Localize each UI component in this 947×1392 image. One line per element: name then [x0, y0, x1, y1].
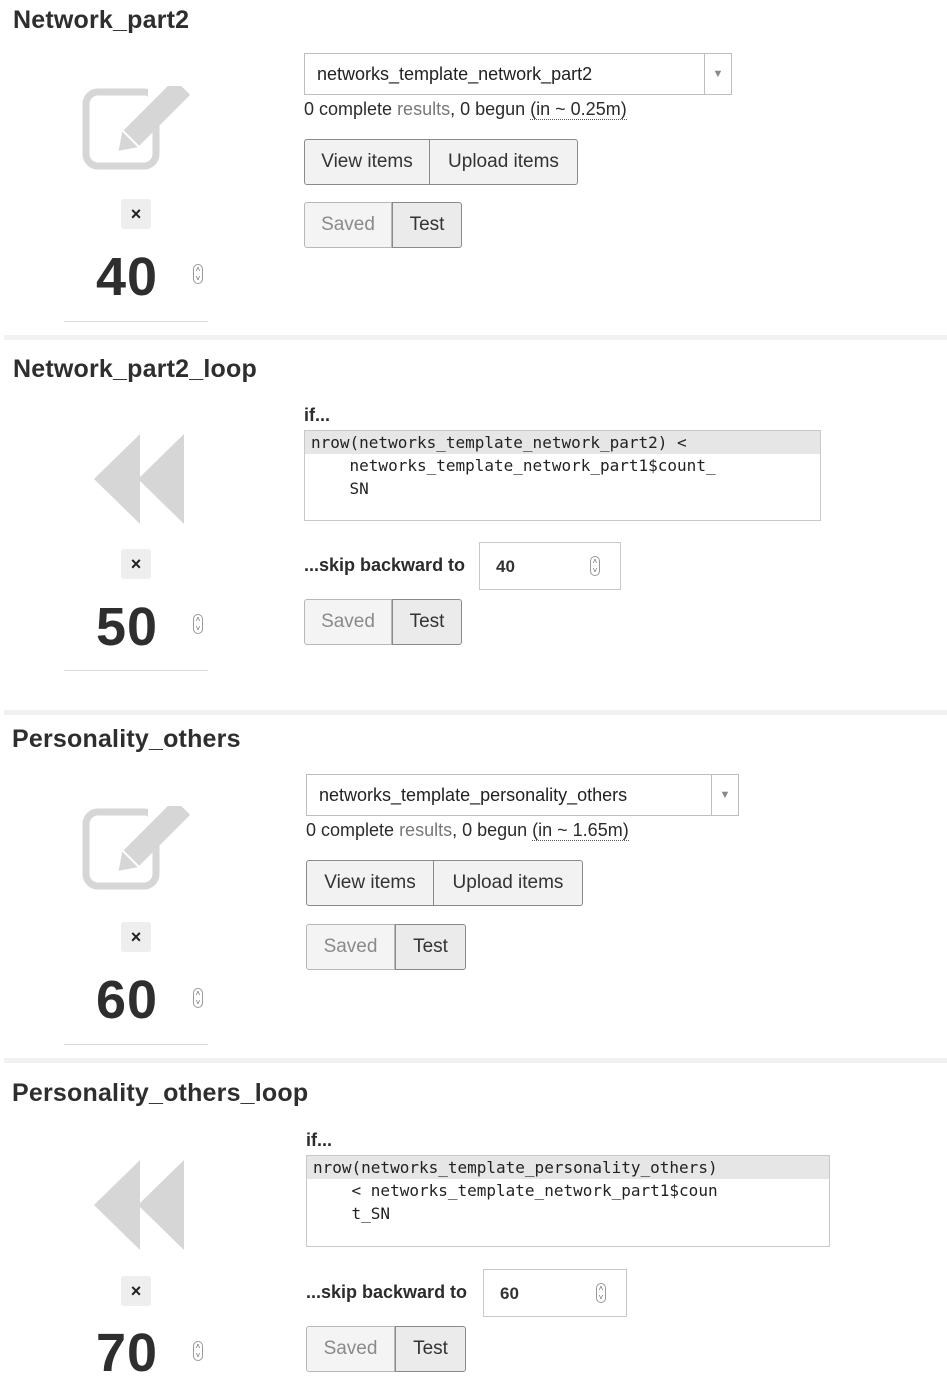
position-number[interactable]: 60	[67, 969, 187, 1031]
skip-backward-label: ...skip backward to	[306, 1282, 468, 1302]
if-label: if...	[304, 405, 330, 425]
edit-icon	[82, 806, 190, 890]
section-divider	[4, 1058, 947, 1063]
code-line: nrow(networks_template_personality_other…	[313, 1158, 718, 1177]
code-line: < networks_template_network_part1$coun	[313, 1181, 718, 1200]
survey-select-value: networks_template_network_part2	[317, 64, 593, 84]
survey-select[interactable]: networks_template_personality_others ▼	[306, 774, 739, 816]
section-title: Personality_others_loop	[12, 1079, 309, 1107]
position-stepper[interactable]: ˄ ˅	[193, 264, 203, 284]
view-items-button[interactable]: View items	[304, 139, 430, 185]
skip-backward-label: ...skip backward to	[304, 555, 466, 575]
chevron-down-icon[interactable]: ▼	[711, 775, 738, 815]
position-number[interactable]: 70	[67, 1322, 187, 1384]
remove-button[interactable]: ×	[121, 549, 151, 579]
position-number[interactable]: 50	[67, 596, 187, 658]
time-estimate: (in ~ 1.65m)	[532, 820, 629, 841]
condition-editor[interactable]: nrow(networks_template_personality_other…	[306, 1155, 830, 1247]
survey-status: 0 complete results, 0 begun (in ~ 0.25m)	[304, 99, 627, 120]
chevron-down-icon[interactable]: ▼	[704, 54, 731, 94]
upload-items-button[interactable]: Upload items	[434, 860, 583, 906]
section-title: Network_part2	[13, 6, 190, 34]
survey-select-value: networks_template_personality_others	[319, 785, 628, 805]
position-stepper[interactable]: ˄ ˅	[193, 988, 203, 1008]
position-underline	[64, 1044, 208, 1045]
skip-backward-icon	[94, 434, 184, 524]
edit-icon	[82, 86, 190, 170]
position-number[interactable]: 40	[67, 246, 187, 308]
position-underline	[64, 670, 208, 671]
test-button[interactable]: Test	[395, 1326, 466, 1372]
survey-status: 0 complete results, 0 begun (in ~ 1.65m)	[306, 820, 629, 841]
skip-target-stepper[interactable]: ˄ ˅	[596, 1283, 606, 1303]
condition-editor[interactable]: nrow(networks_template_network_part2) < …	[304, 430, 821, 521]
section-divider	[4, 335, 947, 340]
section-title: Network_part2_loop	[13, 355, 257, 383]
saved-button[interactable]: Saved	[304, 599, 392, 645]
code-line: networks_template_network_part1$count_	[311, 456, 716, 475]
code-line: t_SN	[313, 1204, 391, 1223]
position-underline	[64, 321, 208, 322]
remove-button[interactable]: ×	[121, 199, 151, 229]
position-stepper[interactable]: ˄ ˅	[193, 614, 203, 634]
saved-button[interactable]: Saved	[304, 202, 392, 248]
code-line: SN	[311, 479, 369, 498]
skip-target-stepper[interactable]: ˄ ˅	[590, 556, 600, 576]
test-button[interactable]: Test	[395, 924, 466, 970]
skip-backward-icon	[94, 1160, 184, 1250]
saved-button[interactable]: Saved	[306, 924, 395, 970]
saved-button[interactable]: Saved	[306, 1326, 395, 1372]
time-estimate: (in ~ 0.25m)	[530, 99, 627, 120]
section-title: Personality_others	[12, 725, 241, 753]
remove-button[interactable]: ×	[121, 922, 151, 952]
survey-select[interactable]: networks_template_network_part2 ▼	[304, 53, 732, 95]
test-button[interactable]: Test	[392, 202, 462, 248]
skip-target-input[interactable]: 60 ˄ ˅	[483, 1269, 627, 1317]
section-divider	[4, 710, 947, 715]
test-button[interactable]: Test	[392, 599, 462, 645]
remove-button[interactable]: ×	[121, 1276, 151, 1306]
position-stepper[interactable]: ˄ ˅	[193, 1341, 203, 1361]
code-line: nrow(networks_template_network_part2) <	[311, 433, 687, 452]
view-items-button[interactable]: View items	[306, 860, 434, 906]
if-label: if...	[306, 1130, 332, 1150]
upload-items-button[interactable]: Upload items	[430, 139, 578, 185]
skip-target-input[interactable]: 40 ˄ ˅	[479, 542, 621, 590]
